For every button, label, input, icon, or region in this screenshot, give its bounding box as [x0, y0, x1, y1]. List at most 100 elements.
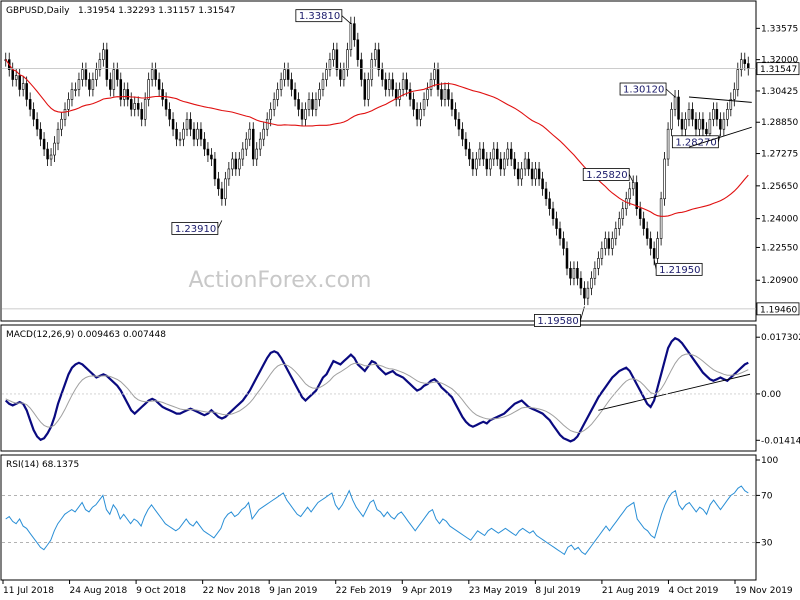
candle	[342, 62, 346, 87]
candle-body	[189, 118, 192, 130]
candle	[245, 132, 248, 157]
candle-body	[39, 128, 42, 140]
candle-body	[116, 69, 119, 80]
candle	[307, 92, 311, 117]
candle	[147, 72, 150, 107]
candle-body	[548, 198, 551, 209]
candle-body	[60, 118, 63, 130]
candle	[398, 82, 401, 107]
annotation-leader	[628, 174, 634, 183]
candle	[516, 161, 520, 186]
candle-body	[49, 154, 53, 160]
price-annotation: 1.33810	[295, 9, 352, 24]
candle-body	[387, 79, 391, 90]
candle-body	[604, 238, 607, 249]
candle	[133, 96, 136, 117]
candle	[185, 112, 189, 137]
candle	[673, 90, 677, 117]
annotation-leader	[341, 15, 352, 24]
candle	[454, 102, 457, 127]
candle	[677, 90, 680, 127]
candle	[77, 72, 81, 97]
candle-body	[129, 99, 133, 110]
candle-body	[565, 248, 569, 269]
candle	[387, 72, 391, 97]
price-annotation: 1.19580	[534, 306, 585, 327]
candle	[25, 76, 28, 107]
candle-body	[102, 49, 105, 60]
candle	[527, 152, 530, 176]
candle-body	[544, 188, 548, 200]
candle-body	[56, 128, 60, 144]
candle-body	[516, 168, 520, 180]
candle	[88, 72, 91, 97]
candle-body	[600, 248, 604, 259]
candle	[112, 62, 116, 97]
rsi-axis-group: 100 70 30	[756, 456, 778, 549]
candle-body	[238, 158, 241, 170]
candle	[489, 152, 492, 176]
candle	[736, 62, 740, 97]
candle	[255, 142, 258, 166]
candle-body	[133, 103, 136, 110]
candle	[618, 211, 621, 236]
candle-body	[677, 96, 680, 120]
price-tick-label: 1.24000	[761, 215, 798, 225]
macd-tick-label: 0.017302	[761, 333, 800, 343]
candle-body	[255, 148, 258, 160]
candle	[485, 152, 489, 176]
candle	[328, 52, 332, 77]
candle	[363, 72, 367, 107]
candle	[509, 142, 513, 166]
candle-body	[203, 138, 206, 150]
candle	[367, 72, 370, 107]
candle-body	[307, 99, 311, 110]
candle-body	[321, 79, 325, 90]
candle	[384, 72, 387, 97]
annotation-label: 1.28270	[675, 137, 716, 148]
candle-body	[74, 89, 77, 91]
candle	[464, 132, 468, 157]
triangle-upper-line	[688, 96, 752, 103]
candle-body	[123, 89, 126, 100]
rsi-panel-frame	[0, 454, 757, 581]
candle	[297, 92, 300, 117]
candle-body	[659, 198, 663, 239]
candle	[583, 281, 586, 306]
candle	[635, 175, 638, 216]
candle	[408, 82, 412, 107]
candle-body	[450, 99, 454, 110]
candle-body	[569, 268, 572, 279]
candle-body	[537, 168, 541, 180]
candle-body	[136, 103, 140, 110]
candle	[70, 82, 74, 107]
candle	[600, 241, 604, 266]
candle	[649, 231, 652, 256]
candle	[119, 72, 123, 107]
candle-body	[628, 188, 631, 200]
candle-body	[380, 69, 384, 80]
x-tick-label: 9 Jan 2019	[269, 586, 317, 596]
candle-body	[461, 128, 464, 140]
candle	[537, 161, 541, 186]
candle-body	[276, 89, 279, 100]
candle-body	[342, 69, 346, 80]
x-axis-group: 11 Jul 2018 24 Aug 2018 9 Oct 2018 22 Nov 2…	[2, 580, 793, 596]
candle-body	[272, 99, 276, 110]
candle	[478, 142, 482, 166]
candle-body	[597, 258, 600, 269]
candle	[353, 16, 356, 47]
candle	[733, 82, 736, 107]
candle-body	[370, 59, 374, 80]
candle	[161, 82, 164, 107]
candle	[740, 52, 743, 77]
candle-body	[618, 218, 621, 229]
macd-axis-group: 0.017302 0.00 -0.014148	[2, 333, 800, 446]
candle-body	[373, 49, 377, 60]
candle	[628, 181, 631, 206]
candle	[286, 62, 290, 87]
candle-body	[21, 83, 25, 90]
candle-body	[251, 128, 255, 160]
candle-body	[398, 89, 401, 100]
candle-body	[28, 99, 32, 110]
